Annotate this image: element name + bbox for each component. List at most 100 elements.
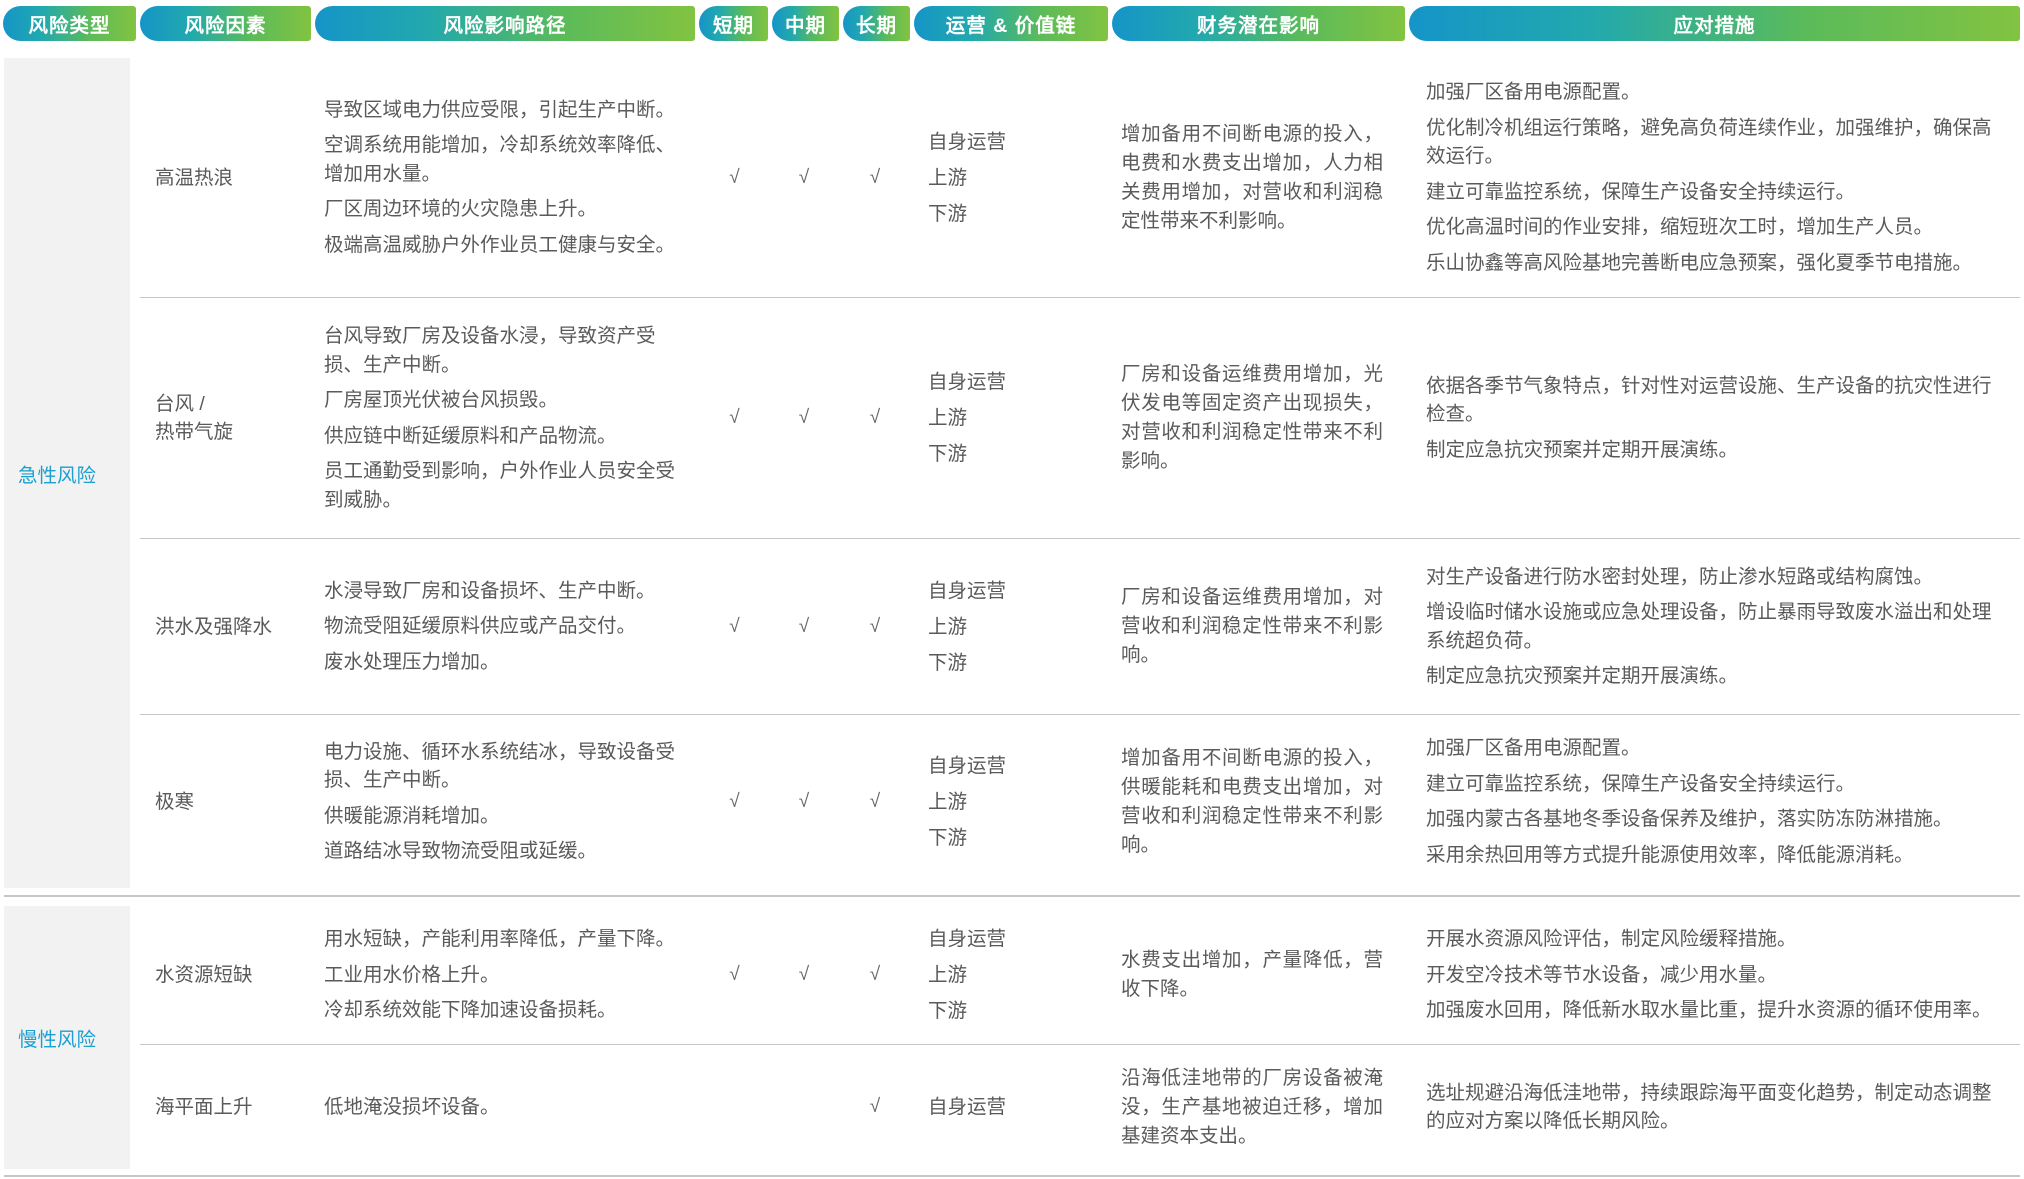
value-chain-item: 上游 bbox=[928, 166, 968, 189]
mid-term-check: √ bbox=[798, 790, 810, 812]
impact-path-cell: 台风导致厂房及设备水浸，导致资产受损、生产中断。 厂房屋顶光伏被台风损毁。 供应… bbox=[315, 298, 699, 538]
measure-item: 开发空冷技术等节水设备，减少用水量。 bbox=[1426, 963, 1778, 986]
impact-path-item: 水浸导致厂房和设备损坏、生产中断。 bbox=[324, 579, 656, 602]
measure-item: 选址规避沿海低洼地带，持续跟踪海平面变化趋势，制定动态调整的应对方案以降低长期风… bbox=[1426, 1081, 1992, 1133]
risk-factor-cell: 洪水及强降水 bbox=[140, 539, 315, 714]
risk-factor: 台风 / 热带气旋 bbox=[155, 393, 234, 443]
value-chain-item: 上游 bbox=[928, 407, 968, 429]
category-cell: 慢性风险 bbox=[4, 906, 130, 1169]
table-header: 风险类型 风险因素 风险影响路径 短期 中期 长期 运营 & 价值链 财务潜在影… bbox=[3, 6, 2020, 41]
measure-item: 依据各季节气象特点，针对性对运营设施、生产设备的抗灾性进行检查。 bbox=[1426, 374, 1992, 426]
impact-path-item: 极端高温威胁户外作业员工健康与安全。 bbox=[324, 233, 676, 256]
impact-path-item: 供应链中断延缓原料和产品物流。 bbox=[324, 424, 617, 447]
financial-impact: 增加备用不间断电源的投入，供暖能耗和电费支出增加，对营收和利润稳定性带来不利影响… bbox=[1121, 746, 1383, 856]
impact-path-item: 工业用水价格上升。 bbox=[324, 963, 500, 986]
risk-factor-cell: 极寒 bbox=[140, 715, 315, 888]
value-chain-item: 自身运营 bbox=[928, 371, 1007, 393]
impact-path-cell: 低地淹没损坏设备。 bbox=[315, 1045, 699, 1169]
measure-item: 建立可靠监控系统，保障生产设备安全持续运行。 bbox=[1426, 772, 1856, 795]
impact-path-cell: 用水短缺，产能利用率降低，产量下降。 工业用水价格上升。 冷却系统效能下降加速设… bbox=[315, 906, 699, 1044]
table-row: 极寒 电力设施、循环水系统结冰，导致设备受损、生产中断。 供暖能源消耗增加。 道… bbox=[140, 715, 2020, 888]
measure-item: 优化制冷机组运行策略，避免高负荷连续作业，加强维护，确保高效运行。 bbox=[1426, 116, 1992, 168]
long-term-check: √ bbox=[869, 407, 881, 428]
mid-term-check: √ bbox=[798, 407, 810, 428]
long-term-check: √ bbox=[869, 790, 881, 812]
header-risk-type: 风险类型 bbox=[3, 6, 136, 41]
financial-impact: 厂房和设备运维费用增加，光伏发电等固定资产出现损失，对营收和利润稳定性带来不利影… bbox=[1121, 363, 1383, 472]
measures-cell: 对生产设备进行防水密封处理，防止渗水短路或结构腐蚀。 增设临时储水设施或应急处理… bbox=[1408, 539, 2020, 714]
value-chain-item: 下游 bbox=[928, 826, 968, 849]
financial-impact-cell: 增加备用不间断电源的投入，供暖能耗和电费支出增加，对营收和利润稳定性带来不利影响… bbox=[1110, 715, 1408, 888]
header-measures: 应对措施 bbox=[1409, 6, 2020, 41]
impact-path-item: 用水短缺，产能利用率降低，产量下降。 bbox=[324, 928, 676, 951]
value-chain-item: 下游 bbox=[928, 1000, 968, 1022]
short-term-check: √ bbox=[729, 964, 740, 985]
header-mid-term: 中期 bbox=[772, 6, 839, 41]
value-chain-item: 下游 bbox=[928, 651, 968, 674]
long-term-check: √ bbox=[869, 615, 881, 637]
risk-factor-cell: 海平面上升 bbox=[140, 1045, 315, 1169]
measure-item: 乐山协鑫等高风险基地完善断电应急预案，强化夏季节电措施。 bbox=[1426, 251, 1973, 274]
table-row: 洪水及强降水 水浸导致厂房和设备损坏、生产中断。 物流受阻延缓原料供应或产品交付… bbox=[140, 539, 2020, 715]
table-bottom-rule bbox=[4, 1175, 2020, 1177]
value-chain-item: 自身运营 bbox=[928, 754, 1007, 777]
value-chain-item: 上游 bbox=[928, 790, 968, 813]
impact-path-item: 台风导致厂房及设备水浸，导致资产受损、生产中断。 bbox=[324, 325, 656, 376]
impact-path-item: 冷却系统效能下降加速设备损耗。 bbox=[324, 999, 617, 1022]
impact-path-item: 厂区周边环境的火灾隐患上升。 bbox=[324, 198, 598, 221]
financial-impact: 水费支出增加，产量降低，营收下降。 bbox=[1121, 949, 1383, 1000]
measures-cell: 加强厂区备用电源配置。 优化制冷机组运行策略，避免高负荷连续作业，加强维护，确保… bbox=[1408, 58, 2020, 297]
mid-term-check: √ bbox=[798, 166, 810, 188]
risk-factor-cell: 高温热浪 bbox=[140, 58, 315, 297]
measure-item: 制定应急抗灾预案并定期开展演练。 bbox=[1426, 665, 1739, 687]
short-term-check: √ bbox=[729, 407, 740, 428]
financial-impact: 增加备用不间断电源的投入，电费和水费支出增加，人力相关费用增加，对营收和利润稳定… bbox=[1121, 122, 1383, 232]
long-term-check: √ bbox=[869, 1096, 881, 1117]
measures-cell: 开展水资源风险评估，制定风险缓释措施。 开发空冷技术等节水设备，减少用水量。 加… bbox=[1408, 906, 2020, 1044]
measure-item: 开展水资源风险评估，制定风险缓释措施。 bbox=[1426, 928, 1797, 951]
header-short-term: 短期 bbox=[699, 6, 768, 41]
table-row: 水资源短缺 用水短缺，产能利用率降低，产量下降。 工业用水价格上升。 冷却系统效… bbox=[140, 906, 2020, 1045]
impact-path-cell: 导致区域电力供应受限，引起生产中断。 空调系统用能增加，冷却系统效率降低、增加用… bbox=[315, 58, 699, 297]
measure-item: 加强厂区备用电源配置。 bbox=[1426, 737, 1641, 759]
financial-impact-cell: 沿海低洼地带的厂房设备被淹没，生产基地被迫迁移，增加基建资本支出。 bbox=[1110, 1045, 1408, 1169]
measure-item: 制定应急抗灾预案并定期开展演练。 bbox=[1426, 438, 1739, 461]
category-label: 慢性风险 bbox=[18, 1029, 97, 1051]
impact-path-item: 废水处理压力增加。 bbox=[324, 650, 500, 673]
financial-impact: 沿海低洼地带的厂房设备被淹没，生产基地被迫迁移，增加基建资本支出。 bbox=[1121, 1066, 1383, 1147]
risk-group-chronic: 慢性风险 水资源短缺 用水短缺，产能利用率降低，产量下降。 工业用水价格上升。 … bbox=[4, 906, 2020, 1169]
impact-path-item: 电力设施、循环水系统结冰，导致设备受损、生产中断。 bbox=[324, 740, 676, 792]
impact-path-item: 物流受阻延缓原料供应或产品交付。 bbox=[324, 615, 637, 638]
value-chain-cell: 自身运营 上游 下游 bbox=[912, 58, 1110, 297]
header-impact-path: 风险影响路径 bbox=[315, 6, 695, 41]
financial-impact: 厂房和设备运维费用增加，对营收和利润稳定性带来不利影响。 bbox=[1121, 586, 1383, 666]
long-term-check: √ bbox=[869, 964, 881, 985]
value-chain-item: 上游 bbox=[928, 964, 968, 986]
impact-path-item: 厂房屋顶光伏被台风损毁。 bbox=[324, 389, 559, 411]
group-divider bbox=[4, 895, 2020, 897]
impact-path-cell: 水浸导致厂房和设备损坏、生产中断。 物流受阻延缓原料供应或产品交付。 废水处理压… bbox=[315, 539, 699, 714]
value-chain-item: 自身运营 bbox=[928, 579, 1007, 602]
impact-path-item: 员工通勤受到影响，户外作业人员安全受到威胁。 bbox=[324, 460, 676, 511]
value-chain-item: 下游 bbox=[928, 202, 968, 225]
risk-factor: 洪水及强降水 bbox=[155, 615, 273, 638]
value-chain-cell: 自身运营 上游 下游 bbox=[912, 906, 1110, 1044]
value-chain-item: 自身运营 bbox=[928, 1096, 1007, 1118]
risk-group-acute: 急性风险 高温热浪 导致区域电力供应受限，引起生产中断。 空调系统用能增加，冷却… bbox=[4, 58, 2020, 888]
value-chain-item: 下游 bbox=[928, 443, 968, 465]
impact-path-item: 低地淹没损坏设备。 bbox=[324, 1095, 500, 1118]
financial-impact-cell: 增加备用不间断电源的投入，电费和水费支出增加，人力相关费用增加，对营收和利润稳定… bbox=[1110, 58, 1408, 297]
climate-risk-table: 风险类型 风险因素 风险影响路径 短期 中期 长期 运营 & 价值链 财务潜在影… bbox=[0, 0, 2024, 1179]
short-term-check bbox=[699, 1045, 770, 1169]
value-chain-item: 自身运营 bbox=[928, 130, 1007, 153]
table-row: 台风 / 热带气旋 台风导致厂房及设备水浸，导致资产受损、生产中断。 厂房屋顶光… bbox=[140, 298, 2020, 539]
header-long-term: 长期 bbox=[843, 6, 910, 41]
financial-impact-cell: 水费支出增加，产量降低，营收下降。 bbox=[1110, 906, 1408, 1044]
value-chain-item: 上游 bbox=[928, 615, 968, 638]
risk-factor: 海平面上升 bbox=[155, 1096, 253, 1118]
table-row: 高温热浪 导致区域电力供应受限，引起生产中断。 空调系统用能增加，冷却系统效率降… bbox=[140, 58, 2020, 298]
risk-rows: 水资源短缺 用水短缺，产能利用率降低，产量下降。 工业用水价格上升。 冷却系统效… bbox=[140, 906, 2020, 1169]
short-term-check: √ bbox=[729, 790, 740, 812]
measures-cell: 选址规避沿海低洼地带，持续跟踪海平面变化趋势，制定动态调整的应对方案以降低长期风… bbox=[1408, 1045, 2020, 1169]
table-row: 海平面上升 低地淹没损坏设备。 √ 自身运营 沿海低洼地带的厂房设备被淹没，生产… bbox=[140, 1045, 2020, 1169]
